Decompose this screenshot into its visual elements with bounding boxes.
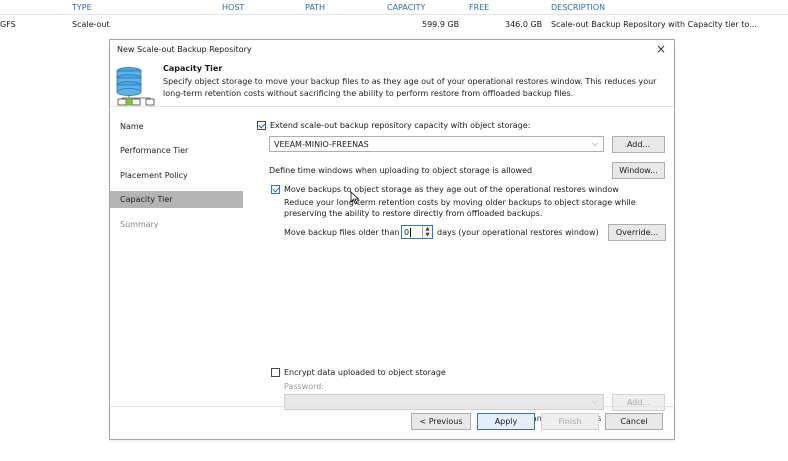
password-select[interactable]: ⌵	[284, 394, 604, 410]
move-backups-desc-2: preserving the ability to restore direct…	[284, 209, 543, 218]
add-password-button[interactable]: Add...	[612, 394, 665, 411]
encrypt-checkbox[interactable]	[271, 368, 280, 377]
step-placement-policy[interactable]: Placement Policy	[110, 167, 243, 184]
time-windows-label: Define time windows when uploading to ob…	[269, 166, 533, 175]
mouse-pointer-icon	[350, 191, 360, 205]
extend-capacity-label: Extend scale-out backup repository capac…	[270, 121, 531, 130]
row-type: Scale-out	[72, 20, 110, 29]
text-caret	[410, 228, 411, 237]
step-name[interactable]: Name	[110, 118, 243, 135]
row-free: 346.0 GB	[505, 20, 543, 29]
column-type[interactable]: TYPE	[72, 3, 92, 12]
close-icon[interactable]: ×	[656, 42, 666, 56]
dialog-header: Capacity Tier Specify object storage to …	[110, 58, 674, 107]
step-title: Capacity Tier	[163, 64, 223, 73]
override-button[interactable]: Override...	[608, 224, 666, 241]
older-than-days-spinner[interactable]: 0 ▲ ▼	[401, 225, 433, 239]
apply-button[interactable]: Apply	[477, 413, 535, 430]
spinner-arrows-icon[interactable]: ▲ ▼	[422, 226, 432, 238]
step-summary[interactable]: Summary	[110, 216, 243, 233]
window-button[interactable]: Window...	[612, 162, 665, 179]
table-row[interactable]: GFS Scale-out 599.9 GB 346.0 GB Scale-ou…	[0, 16, 788, 33]
add-object-storage-button[interactable]: Add...	[612, 136, 665, 153]
step-capacity-tier[interactable]: Capacity Tier	[110, 191, 243, 208]
row-capacity: 599.9 GB	[422, 20, 460, 29]
column-path[interactable]: PATH	[305, 3, 325, 12]
days-label: days (your operational restores window)	[437, 228, 599, 237]
extend-capacity-checkbox[interactable]	[257, 121, 266, 130]
chevron-down-icon: ⌵	[591, 139, 598, 148]
column-free[interactable]: FREE	[469, 3, 489, 12]
previous-button[interactable]: < Previous	[411, 413, 471, 430]
password-label: Password:	[284, 382, 325, 391]
older-than-days-value: 0	[404, 228, 410, 237]
move-backups-desc-1: Reduce your long-term retention costs by…	[284, 198, 636, 207]
storage-repository-icon	[116, 67, 155, 106]
column-host[interactable]: HOST	[222, 3, 244, 12]
cancel-button[interactable]: Cancel	[605, 413, 663, 430]
column-capacity[interactable]: CAPACITY	[387, 3, 425, 12]
step-performance-tier[interactable]: Performance Tier	[110, 142, 243, 159]
repositories-table-header: TYPE HOST PATH CAPACITY FREE DESCRIPTION	[0, 0, 788, 15]
column-description[interactable]: DESCRIPTION	[551, 3, 605, 12]
capacity-tier-content: Extend scale-out backup repository capac…	[243, 107, 674, 423]
move-backups-checkbox[interactable]	[271, 185, 280, 194]
object-storage-value: VEEAM-MINIO-FREENAS	[274, 140, 369, 149]
dialog-title: New Scale-out Backup Repository	[117, 45, 252, 54]
scale-out-repository-dialog: New Scale-out Backup Repository × Capaci…	[109, 39, 675, 440]
row-description: Scale-out Backup Repository with Capacit…	[551, 20, 757, 29]
finish-button[interactable]: Finish	[541, 413, 599, 430]
row-name: GFS	[0, 20, 16, 29]
older-than-label: Move backup files older than	[284, 228, 400, 237]
move-backups-label: Move backups to object storage as they a…	[284, 185, 619, 194]
wizard-steps: Name Performance Tier Placement Policy C…	[110, 107, 243, 407]
footer-divider	[110, 406, 674, 407]
encrypt-label: Encrypt data uploaded to object storage	[284, 368, 446, 377]
object-storage-select[interactable]: VEEAM-MINIO-FREENAS ⌵	[269, 136, 604, 152]
step-description: Specify object storage to move your back…	[163, 77, 657, 98]
